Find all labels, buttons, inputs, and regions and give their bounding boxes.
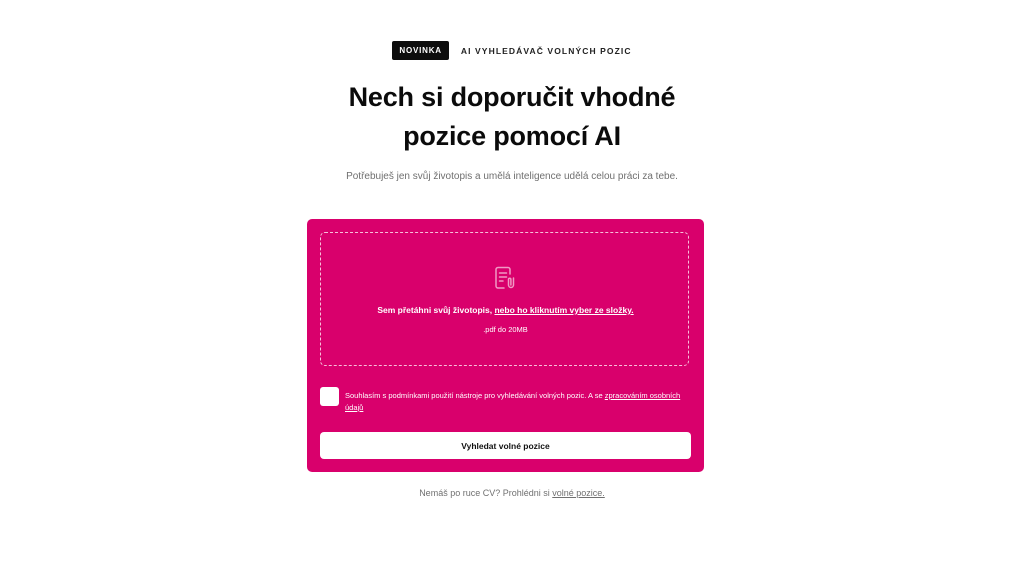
dropzone-prompt-text: Sem přetáhni svůj životopis,: [377, 305, 495, 315]
footer-note: Nemáš po ruce CV? Prohlédni si volné poz…: [0, 488, 1024, 498]
browse-file-link[interactable]: nebo ho kliknutím vyber ze složky.: [494, 305, 633, 315]
document-clip-icon: [495, 266, 515, 289]
page-title: Nech si doporučit vhodné pozice pomocí A…: [0, 78, 1024, 156]
eyebrow: NOVINKA AI VYHLEDÁVAČ VOLNÝCH POZIC: [0, 41, 1024, 60]
page-title-line-2: pozice pomocí AI: [403, 121, 621, 151]
open-positions-link[interactable]: volné pozice.: [552, 488, 605, 498]
file-size-hint: .pdf do 20MB: [483, 325, 528, 334]
page-title-line-1: Nech si doporučit vhodné: [348, 82, 676, 112]
cv-dropzone[interactable]: Sem přetáhni svůj životopis, nebo ho kli…: [320, 232, 689, 366]
eyebrow-label: AI VYHLEDÁVAČ VOLNÝCH POZIC: [460, 45, 632, 56]
consent-label: Souhlasím s podmínkami použití nástroje …: [345, 390, 685, 413]
search-positions-button[interactable]: Vyhledat volné pozice: [320, 432, 691, 459]
consent-checkbox[interactable]: [320, 387, 339, 406]
consent-label-text: Souhlasím s podmínkami použití nástroje …: [345, 391, 605, 400]
footer-text: Nemáš po ruce CV? Prohlédni si: [419, 488, 553, 498]
consent-row: Souhlasím s podmínkami použití nástroje …: [320, 387, 689, 417]
upload-card: Sem přetáhni svůj životopis, nebo ho kli…: [307, 219, 704, 472]
new-badge: NOVINKA: [392, 41, 449, 60]
page-subtitle: Potřebuješ jen svůj životopis a umělá in…: [346, 171, 678, 182]
dropzone-prompt: Sem přetáhni svůj životopis, nebo ho kli…: [321, 305, 690, 315]
page: NOVINKA AI VYHLEDÁVAČ VOLNÝCH POZIC Nech…: [0, 0, 1024, 576]
